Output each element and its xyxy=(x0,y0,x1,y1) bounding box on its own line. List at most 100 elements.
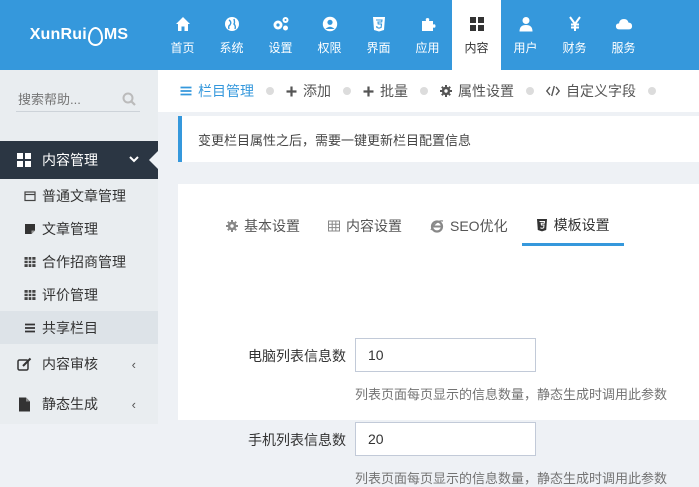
sidebar-item-shared-column[interactable]: 共享栏目 xyxy=(0,311,158,344)
cog-icon xyxy=(440,85,452,97)
mobile-list-count-label: 手机列表信息数 xyxy=(248,432,346,448)
edit-icon xyxy=(16,356,32,372)
sticky-note-icon xyxy=(24,223,36,235)
breadcrumb-separator xyxy=(648,87,656,95)
breadcrumb-separator xyxy=(420,87,428,95)
sidebar-section-label: 内容管理 xyxy=(42,152,98,168)
user-circle-icon xyxy=(321,15,339,33)
tab-content-settings[interactable]: 内容设置 xyxy=(314,206,416,246)
sidebar-item-article[interactable]: 文章管理 xyxy=(0,212,158,245)
nav-settings[interactable]: 设置 xyxy=(256,0,305,70)
breadcrumb-separator xyxy=(266,87,274,95)
nav-permissions[interactable]: 权限 xyxy=(305,0,354,70)
user-icon xyxy=(517,15,535,33)
sidebar-group-label: 内容审核 xyxy=(42,356,98,372)
cog-icon xyxy=(226,220,238,232)
notice-text: 变更栏目属性之后，需要一键更新栏目配置信息 xyxy=(198,132,472,148)
th-large-icon xyxy=(468,15,486,33)
nav-home[interactable]: 首页 xyxy=(158,0,207,70)
breadcrumb-label: 添加 xyxy=(303,83,331,99)
tab-seo[interactable]: SEO优化 xyxy=(416,206,522,246)
sidebar-item-cooperation[interactable]: 合作招商管理 xyxy=(0,245,158,278)
nav-home-label: 首页 xyxy=(170,40,195,55)
nav-finance-label: 财务 xyxy=(562,40,587,55)
info-notice: 变更栏目属性之后，需要一键更新栏目配置信息 xyxy=(178,116,699,162)
nav-permissions-label: 权限 xyxy=(317,40,342,55)
breadcrumb-batch[interactable]: 批量 xyxy=(363,81,408,101)
nav-finance[interactable]: 财务 xyxy=(550,0,599,70)
yen-icon xyxy=(566,15,584,33)
file-icon xyxy=(16,396,32,412)
settings-panel: 基本设置 内容设置 SEO优化 模板设置 电脑列表信息数 列表页面每页显示的信息… xyxy=(178,184,699,486)
pc-list-count-help: 列表页面每页显示的信息数量，静态生成时调用此参数 xyxy=(355,387,668,402)
bars-icon xyxy=(180,85,192,97)
nav-apps[interactable]: 应用 xyxy=(403,0,452,70)
globe-icon xyxy=(223,15,241,33)
plus-icon xyxy=(286,86,297,97)
breadcrumb-separator xyxy=(343,87,351,95)
table-icon xyxy=(24,289,36,301)
logo[interactable]: XunRui MS xyxy=(0,0,158,70)
table-icon xyxy=(328,220,340,232)
sidebar-item-label: 普通文章管理 xyxy=(42,187,126,204)
tab-label: 内容设置 xyxy=(346,218,402,234)
cogs-icon xyxy=(272,15,290,33)
bars-icon xyxy=(24,322,36,334)
nav-apps-label: 应用 xyxy=(415,40,440,55)
sidebar-submenu: 普通文章管理 文章管理 合作招商管理 评价管理 共享栏目 xyxy=(0,179,158,344)
sidebar-section-content-management[interactable]: 内容管理 xyxy=(0,141,159,179)
breadcrumb-add[interactable]: 添加 xyxy=(286,81,331,101)
mobile-list-count-help: 列表页面每页显示的信息数量，静态生成时调用此参数 xyxy=(355,471,668,486)
sidebar-group-content-review[interactable]: 内容审核 ‹ xyxy=(0,344,158,384)
nav-content-label: 内容 xyxy=(464,40,489,55)
sidebar-item-review[interactable]: 评价管理 xyxy=(0,278,158,311)
html5-icon xyxy=(536,218,548,232)
sidebar-item-label: 评价管理 xyxy=(42,286,98,303)
pc-list-count-input[interactable] xyxy=(355,338,536,372)
tab-template-settings[interactable]: 模板设置 xyxy=(521,206,624,246)
folder-icon xyxy=(24,190,36,202)
nav-service-label: 服务 xyxy=(611,40,636,55)
th-large-icon xyxy=(16,152,32,168)
sidebar-gap xyxy=(0,130,158,141)
search-icon[interactable] xyxy=(122,92,136,111)
top-navbar: XunRui MS 首页 系统 设置 权限 界面 应用 内容 用户 财务 服务 xyxy=(0,0,699,70)
logo-text-right: MS xyxy=(103,26,129,43)
nav-interface-label: 界面 xyxy=(366,40,391,55)
table-icon xyxy=(24,256,36,268)
chevron-left-icon: ‹ xyxy=(131,396,136,412)
nav-service[interactable]: 服务 xyxy=(599,0,648,70)
breadcrumb-label: 批量 xyxy=(380,83,408,99)
breadcrumb-attr-settings[interactable]: 属性设置 xyxy=(440,81,514,101)
tab-basic-settings[interactable]: 基本设置 xyxy=(212,206,314,246)
cloud-icon xyxy=(615,15,633,33)
breadcrumb-column-manage[interactable]: 栏目管理 xyxy=(180,81,254,101)
pc-list-count-label: 电脑列表信息数 xyxy=(248,348,346,364)
logo-text-left: XunRui xyxy=(29,26,87,43)
code-icon xyxy=(546,85,560,97)
sidebar-item-label: 文章管理 xyxy=(42,220,98,237)
mobile-list-count-input[interactable] xyxy=(355,422,536,456)
nav-settings-label: 设置 xyxy=(268,40,293,55)
sidebar-search xyxy=(0,70,158,130)
breadcrumb-label: 自定义字段 xyxy=(566,83,636,99)
ie-icon xyxy=(430,219,444,233)
sidebar-group-static-generation[interactable]: 静态生成 ‹ xyxy=(0,384,158,424)
sidebar-item-article-normal[interactable]: 普通文章管理 xyxy=(0,179,158,212)
nav-system[interactable]: 系统 xyxy=(207,0,256,70)
tab-label: 模板设置 xyxy=(553,216,610,233)
html5-icon xyxy=(370,15,388,33)
main-content: 栏目管理 添加 批量 属性设置 自定义字段 变更栏目属性之后，需要一键更新栏目配… xyxy=(158,70,699,486)
nav-users[interactable]: 用户 xyxy=(501,0,550,70)
puzzle-icon xyxy=(419,15,437,33)
breadcrumb-custom-fields[interactable]: 自定义字段 xyxy=(546,81,636,101)
tab-label: 基本设置 xyxy=(244,218,300,234)
sidebar: 内容管理 普通文章管理 文章管理 合作招商管理 评价管理 共享栏目 内容审核 ‹ xyxy=(0,70,159,424)
sidebar-item-label: 共享栏目 xyxy=(42,319,98,336)
tab-label: SEO优化 xyxy=(450,218,508,234)
nav-content[interactable]: 内容 xyxy=(452,0,501,70)
nav-interface[interactable]: 界面 xyxy=(354,0,403,70)
settings-tabs: 基本设置 内容设置 SEO优化 模板设置 xyxy=(212,206,624,246)
breadcrumb: 栏目管理 添加 批量 属性设置 自定义字段 xyxy=(158,70,699,112)
nav-users-label: 用户 xyxy=(513,40,538,55)
